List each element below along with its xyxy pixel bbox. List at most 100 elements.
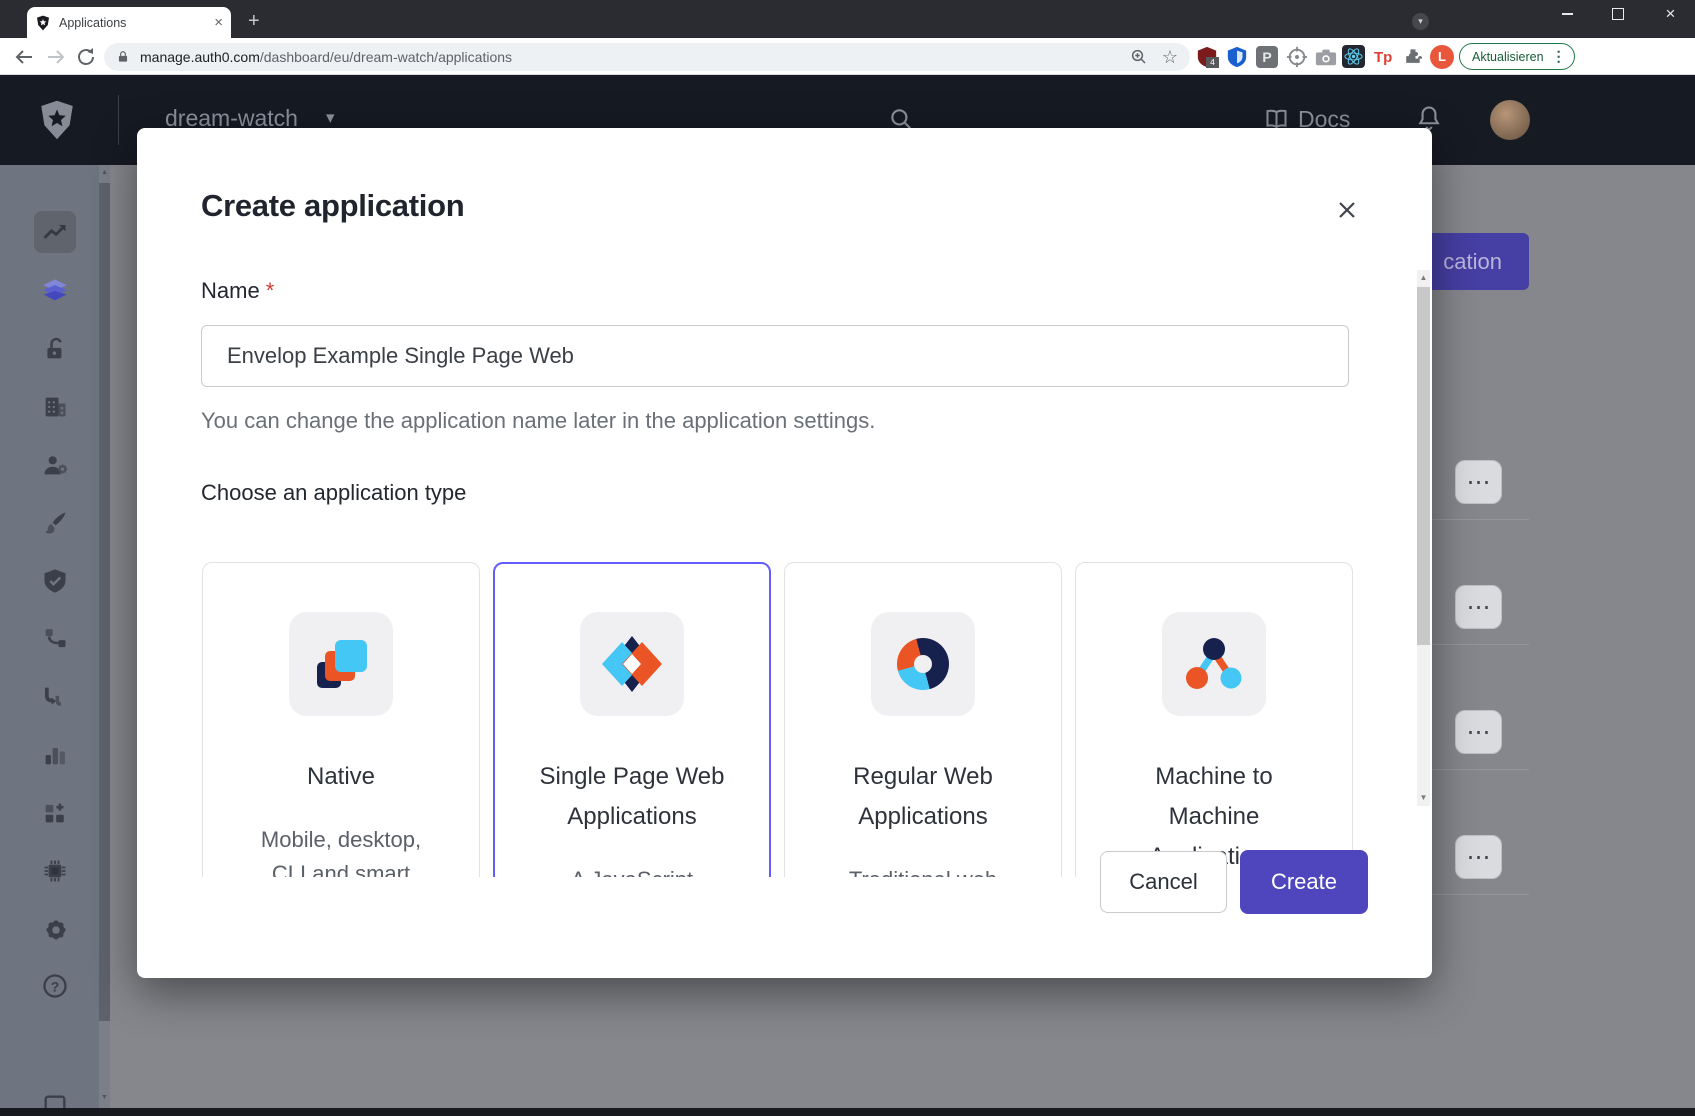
sidebar-item-help[interactable]: ?	[41, 972, 69, 1000]
sidebar-item-auth-pipeline[interactable]	[41, 683, 69, 711]
browser-profile-avatar[interactable]: L	[1430, 45, 1454, 69]
app-type-card-regular-web[interactable]: Regular Web Applications Traditional web	[784, 562, 1062, 877]
window-maximize-button[interactable]	[1595, 0, 1640, 28]
zoom-indicator-icon[interactable]	[1130, 48, 1148, 66]
row-menu-button[interactable]: ⋯	[1455, 585, 1502, 629]
sidebar-item-security[interactable]	[41, 567, 69, 595]
modal-scroll-up-icon[interactable]: ▲	[1417, 270, 1430, 286]
auth0-favicon	[35, 15, 51, 31]
regular-web-app-icon	[897, 638, 949, 690]
row-divider	[1432, 519, 1529, 520]
sidebar-item-user-management[interactable]	[41, 451, 69, 479]
ublock-extension-icon[interactable]: 4	[1196, 46, 1218, 68]
window-close-button[interactable]: ×	[1648, 0, 1693, 28]
help-circle-icon: ?	[41, 972, 69, 1000]
card-description: Mobile, desktop, CLI and smart	[244, 823, 439, 877]
update-button[interactable]: Aktualisieren ⋮	[1459, 43, 1575, 70]
card-title: Single Page Web Applications	[536, 757, 728, 837]
sidebar-scroll-up-icon[interactable]: ▲	[99, 169, 110, 176]
tenant-chevron-down-icon: ▾	[326, 108, 335, 128]
create-button[interactable]: Create	[1240, 850, 1368, 914]
ublock-badge: 4	[1206, 57, 1219, 68]
app-type-card-m2m[interactable]: Machine to Machine Applications	[1075, 562, 1353, 877]
create-application-modal: Create application Name* You can change …	[137, 128, 1432, 978]
new-tab-button[interactable]: +	[248, 10, 260, 33]
ellipsis-icon: ⋯	[1467, 718, 1491, 747]
layers-icon	[41, 277, 69, 305]
sidebar-item-authentication[interactable]	[41, 335, 69, 363]
tab-search-icon[interactable]: ▾	[1412, 13, 1429, 30]
window-minimize-button[interactable]	[1545, 0, 1590, 28]
sidebar-item-extensions[interactable]	[41, 857, 69, 885]
picker-extension-icon[interactable]	[1286, 46, 1308, 68]
sidebar-scroll-down-icon[interactable]: ▼	[99, 1094, 110, 1101]
application-name-input[interactable]	[201, 325, 1349, 387]
ellipsis-icon: ⋯	[1467, 843, 1491, 872]
cancel-button[interactable]: Cancel	[1100, 851, 1227, 913]
sidebar-item-organizations[interactable]	[41, 393, 69, 421]
sidebar-item-monitoring[interactable]	[41, 741, 69, 769]
bar-chart-icon	[41, 741, 69, 769]
close-icon	[1335, 198, 1359, 222]
required-asterisk: *	[266, 278, 275, 303]
gear-icon	[41, 915, 71, 945]
omnibox[interactable]: manage.auth0.com/dashboard/eu/dream-watc…	[104, 43, 1190, 71]
sidebar-item-marketplace[interactable]	[41, 799, 69, 827]
react-devtools-extension-icon[interactable]	[1342, 45, 1365, 68]
row-menu-button[interactable]: ⋯	[1455, 835, 1502, 879]
app-type-card-native[interactable]: Native Mobile, desktop, CLI and smart	[202, 562, 480, 877]
camera-extension-icon[interactable]	[1314, 46, 1338, 68]
row-menu-button[interactable]: ⋯	[1455, 460, 1502, 504]
forward-button[interactable]	[44, 45, 68, 69]
sidebar-item-applications[interactable]	[41, 277, 69, 305]
lock-icon	[116, 49, 130, 65]
browser-tab[interactable]: Applications ×	[27, 7, 231, 38]
modal-scroll-down-icon[interactable]: ▼	[1417, 790, 1430, 806]
card-description: A JavaScript	[535, 863, 730, 877]
extensions-puzzle-icon[interactable]	[1402, 46, 1424, 68]
native-app-icon	[309, 632, 373, 696]
back-button[interactable]	[12, 45, 36, 69]
actions-flow-icon	[41, 625, 69, 653]
screen: Applications × + ▾ × manage.auth0.com/da…	[0, 0, 1695, 1116]
card-title: Regular Web Applications	[827, 757, 1019, 837]
sidebar-item-activity[interactable]	[34, 211, 76, 253]
bookmark-star-icon[interactable]: ☆	[1162, 47, 1178, 68]
spa-app-icon	[600, 632, 664, 696]
sidebar-item-actions[interactable]	[41, 625, 69, 653]
native-icon-tile	[289, 612, 393, 716]
m2m-icon-tile	[1162, 612, 1266, 716]
app-type-card-spa[interactable]: Single Page Web Applications A JavaScrip…	[493, 562, 771, 877]
tp-extension-icon[interactable]: Tp	[1374, 49, 1392, 66]
tab-close-icon[interactable]: ×	[214, 15, 223, 30]
choose-type-label: Choose an application type	[201, 480, 466, 506]
tab-title: Applications	[59, 16, 214, 30]
reload-button[interactable]	[74, 45, 98, 69]
regular-web-icon-tile	[871, 612, 975, 716]
auth0-logo[interactable]	[36, 98, 78, 142]
chip-icon	[41, 857, 69, 885]
modal-scrollbar[interactable]: ▲ ▼	[1417, 270, 1430, 806]
create-application-button-visible-text: cation	[1443, 249, 1502, 275]
paintbrush-icon	[41, 509, 69, 537]
row-menu-button[interactable]: ⋯	[1455, 710, 1502, 754]
modal-close-button[interactable]	[1325, 188, 1369, 232]
nav-divider	[118, 95, 119, 145]
pipeline-icon	[41, 683, 69, 711]
sidebar-scrollbar-thumb[interactable]	[99, 183, 110, 1021]
modal-scrollbar-thumb[interactable]	[1417, 287, 1430, 645]
sidebar-item-branding[interactable]	[41, 509, 69, 537]
sidebar-item-settings[interactable]	[41, 915, 69, 943]
card-title: Native	[245, 757, 437, 797]
row-divider	[1432, 769, 1529, 770]
marketplace-plus-icon	[41, 799, 69, 827]
bitwarden-extension-icon[interactable]	[1226, 46, 1248, 68]
machine-to-machine-icon	[1182, 632, 1246, 696]
user-avatar[interactable]	[1490, 100, 1530, 140]
name-helper-text: You can change the application name late…	[201, 408, 875, 434]
p-extension-icon[interactable]: P	[1256, 46, 1278, 68]
browser-menu-kebab-icon[interactable]: ⋮	[1552, 48, 1566, 65]
spa-icon-tile	[580, 612, 684, 716]
shield-check-icon	[41, 567, 69, 595]
ellipsis-icon: ⋯	[1467, 468, 1491, 497]
